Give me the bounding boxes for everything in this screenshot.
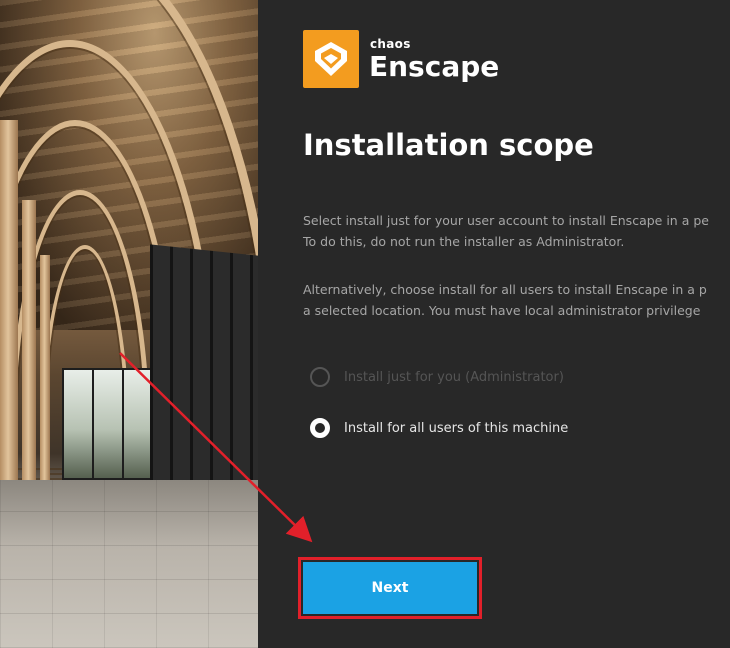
product-name: Enscape (369, 49, 500, 83)
enscape-logo-icon (303, 30, 359, 88)
description-line: Select install just for your user accoun… (303, 213, 709, 228)
radio-button-disabled (310, 367, 330, 387)
description-paragraph: Alternatively, choose install for all us… (303, 279, 730, 321)
description-paragraph: Select install just for your user accoun… (303, 210, 730, 252)
option-label[interactable]: Install for all users of this machine (344, 421, 568, 436)
hero-image (0, 0, 258, 648)
description-line: a selected location. You must have local… (303, 303, 701, 318)
description-line: Alternatively, choose install for all us… (303, 282, 707, 297)
end-window (62, 368, 154, 480)
enscape-logo: chaos Enscape (303, 30, 499, 88)
next-button[interactable]: Next (303, 562, 477, 614)
wood-column (40, 255, 50, 485)
page-title: Installation scope (303, 128, 594, 162)
wood-column (22, 200, 36, 500)
installer-panel: chaos Enscape Installation scope Select … (258, 0, 730, 648)
brand-name: chaos (370, 36, 411, 51)
option-install-just-for-you: Install just for you (Administrator) (310, 367, 564, 387)
option-label: Install just for you (Administrator) (344, 369, 564, 385)
tiled-floor (0, 480, 258, 648)
option-install-for-all-users[interactable]: Install for all users of this machine (310, 418, 568, 438)
radio-button-selected[interactable] (310, 418, 330, 438)
wood-column (0, 120, 18, 530)
logo-wordmark: chaos Enscape (369, 38, 499, 81)
description-line: To do this, do not run the installer as … (303, 234, 625, 249)
